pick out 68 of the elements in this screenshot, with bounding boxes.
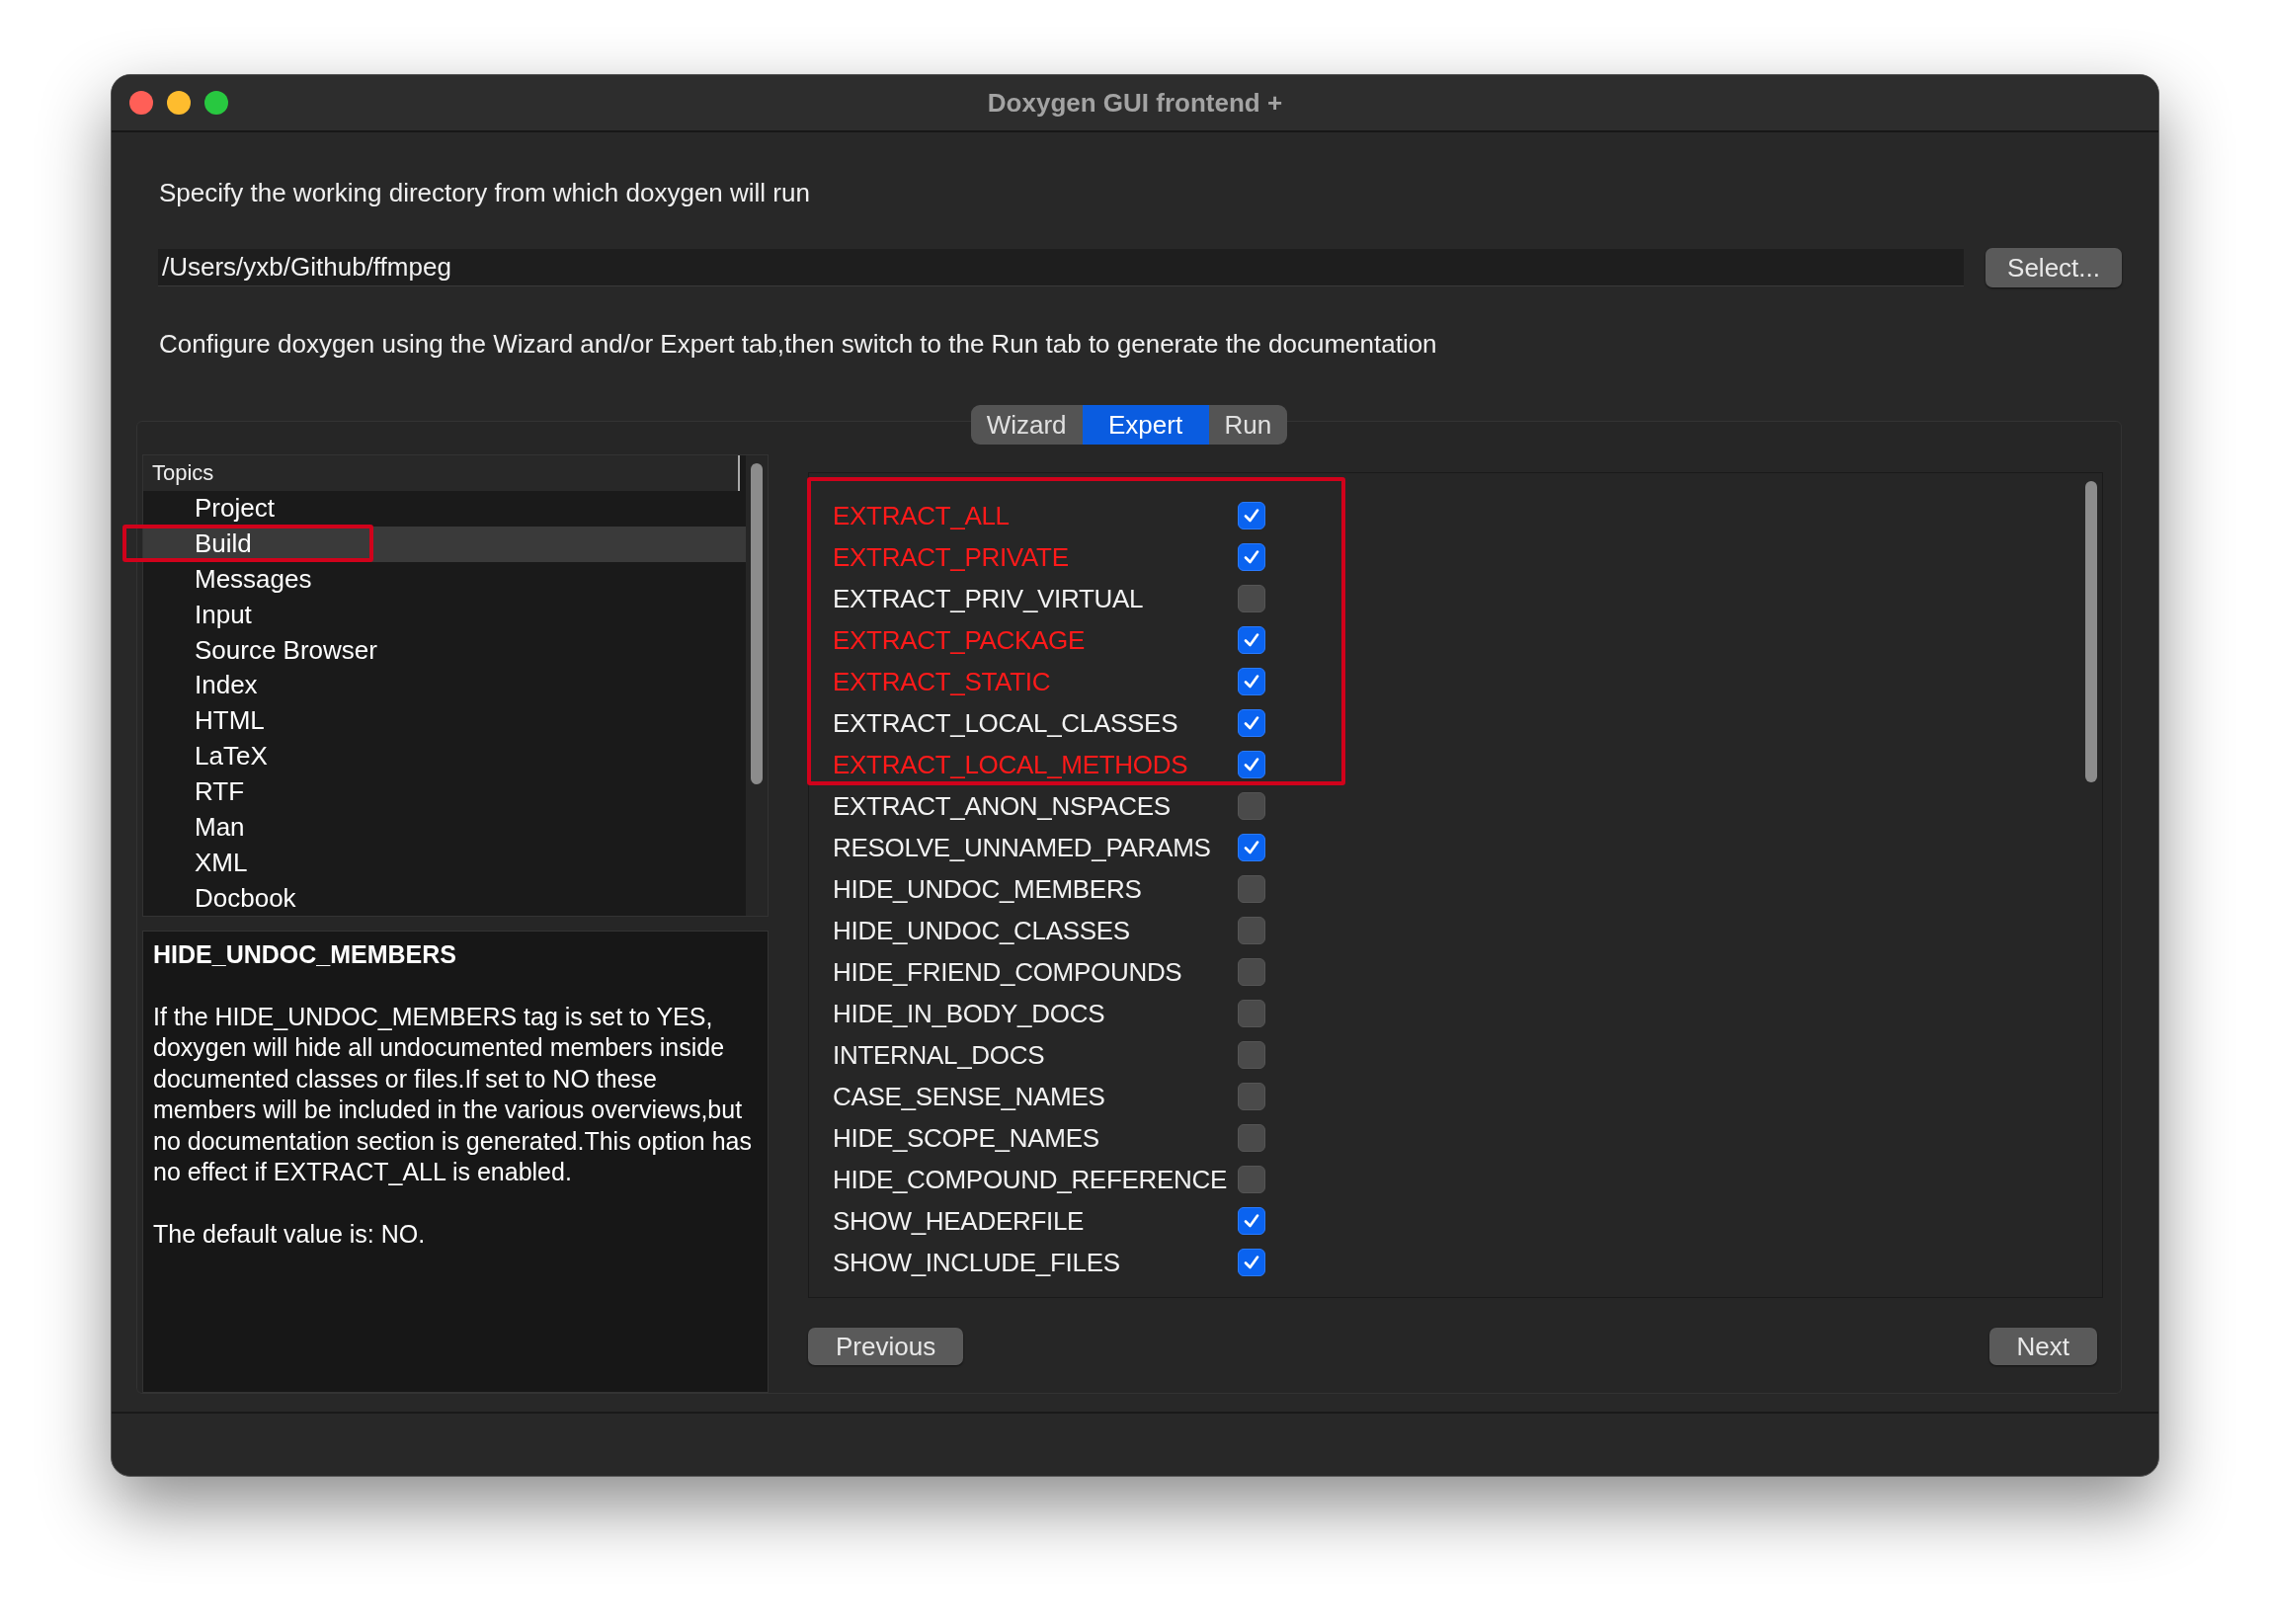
tab[interactable]: Expert [1082, 405, 1209, 445]
close-icon[interactable] [129, 91, 153, 115]
option-name: RESOLVE_UNNAMED_PARAMS [833, 832, 1212, 863]
option-checkbox[interactable] [1238, 1207, 1265, 1235]
option-name: EXTRACT_LOCAL_CLASSES [833, 707, 1179, 739]
option-checkbox[interactable] [1238, 626, 1265, 654]
topic-item[interactable]: Project [143, 490, 746, 527]
option-name: SHOW_INCLUDE_FILES [833, 1247, 1121, 1278]
option-checkbox[interactable] [1238, 1249, 1265, 1276]
option-name: EXTRACT_PRIV_VIRTUAL [833, 583, 1145, 614]
option-name: EXTRACT_PRIVATE [833, 541, 1070, 573]
default-value-text: The default value is: NO. [153, 1218, 427, 1250]
topic-item[interactable]: Messages [143, 561, 746, 598]
tab[interactable]: Run [1208, 405, 1288, 445]
option-checkbox[interactable] [1238, 834, 1265, 861]
working-directory-label: Specify the working directory from which doxygen will run [158, 178, 811, 208]
instructions-text: Configure doxygen using the Wizard and/or Expert tab,then switch to the Run tab to generate the documentation [158, 329, 1438, 360]
topic-item[interactable]: Man [143, 809, 746, 846]
zoom-icon[interactable] [204, 91, 228, 115]
directory-field[interactable]: /Users/yxb/Github/ffmpeg [158, 249, 1965, 286]
option-checkbox[interactable] [1238, 958, 1265, 986]
option-checkbox[interactable] [1238, 792, 1265, 820]
option-name: HIDE_COMPOUND_REFERENCE [833, 1164, 1229, 1195]
topic-item[interactable]: LaTeX [143, 738, 746, 774]
topic-item[interactable]: Input [143, 597, 746, 633]
option-name: EXTRACT_STATIC [833, 666, 1052, 697]
window-title: Doxygen GUI frontend + [987, 87, 1283, 119]
option-name: EXTRACT_PACKAGE [833, 624, 1087, 656]
next-button[interactable]: Next [1988, 1328, 2097, 1365]
topic-item[interactable]: Source Browser [143, 632, 746, 669]
option-checkbox[interactable] [1238, 1000, 1265, 1027]
option-name: HIDE_UNDOC_MEMBERS [833, 873, 1143, 905]
topic-item[interactable]: Docbook [143, 880, 746, 916]
option-name: HIDE_FRIEND_COMPOUNDS [833, 956, 1183, 988]
description-title: HIDE_UNDOC_MEMBERS [153, 939, 457, 970]
option-checkbox[interactable] [1238, 502, 1265, 529]
topic-item[interactable]: Index [143, 668, 746, 703]
option-name: CASE_SENSE_NAMES [833, 1081, 1106, 1112]
option-checkbox[interactable] [1238, 1166, 1265, 1193]
scrollbar[interactable] [746, 455, 768, 916]
option-checkbox[interactable] [1238, 1124, 1265, 1152]
previous-button[interactable]: Previous [808, 1328, 964, 1365]
option-checkbox[interactable] [1238, 585, 1265, 612]
option-name: HIDE_IN_BODY_DOCS [833, 998, 1106, 1029]
option-checkbox[interactable] [1238, 709, 1265, 737]
minimize-icon[interactable] [167, 91, 191, 115]
option-name: SHOW_HEADERFILE [833, 1205, 1086, 1237]
option-name: INTERNAL_DOCS [833, 1039, 1046, 1071]
option-name: EXTRACT_ALL [833, 500, 1011, 531]
tab[interactable]: Wizard [970, 405, 1083, 445]
option-checkbox[interactable] [1238, 543, 1265, 571]
topic-item[interactable]: RTF [143, 773, 746, 810]
option-checkbox[interactable] [1238, 1083, 1265, 1110]
option-checkbox[interactable] [1238, 875, 1265, 903]
option-name: EXTRACT_ANON_NSPACES [833, 790, 1172, 822]
topic-item[interactable]: HTML [143, 702, 746, 739]
option-checkbox[interactable] [1238, 751, 1265, 778]
option-checkbox[interactable] [1238, 917, 1265, 944]
topics-header: Topics [143, 455, 740, 491]
select-button[interactable]: Select... [1986, 248, 2122, 287]
option-name: HIDE_UNDOC_CLASSES [833, 915, 1131, 946]
option-name: HIDE_SCOPE_NAMES [833, 1122, 1100, 1154]
option-name: EXTRACT_LOCAL_METHODS [833, 749, 1189, 780]
topic-item[interactable]: XML [143, 845, 746, 881]
option-checkbox[interactable] [1238, 668, 1265, 695]
topic-item[interactable]: Build [143, 526, 746, 562]
description-text: If the HIDE_UNDOC_MEMBERS tag is set to YES, doxygen will hide all undocumented members inside documented classes or files.If set to NO these members will be included in the various overviews,but no documentation section is generated.This option has no effect if EXTRACT_ALL is enabled. [153, 1001, 753, 1187]
option-checkbox[interactable] [1238, 1041, 1265, 1069]
